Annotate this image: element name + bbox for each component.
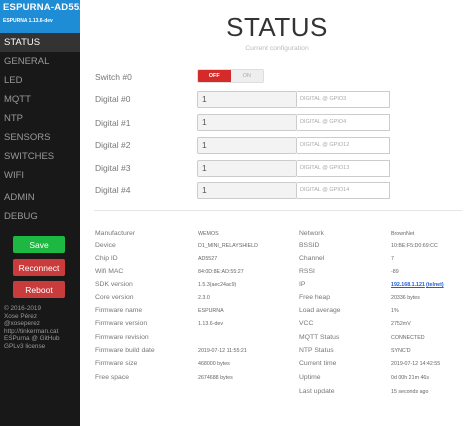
- info-value: 15 seconds ago: [391, 389, 429, 395]
- info-label: Last update: [299, 388, 335, 395]
- sidebar: ESPURNA-AD5527 ESPURNA 1.13.6-dev STATUS…: [0, 0, 91, 426]
- info-value: WEMOS: [198, 231, 219, 237]
- author-twitter-link[interactable]: @xoseperez: [4, 320, 80, 328]
- digital-label: Digital #2: [95, 140, 131, 150]
- info-label: MQTT Status: [299, 334, 340, 341]
- info-label: IP: [299, 281, 306, 288]
- digital-label: Digital #4: [95, 185, 131, 195]
- brand-header[interactable]: ESPURNA-AD5527 ESPURNA 1.13.6-dev: [0, 0, 91, 33]
- switch-toggle[interactable]: OFF ON: [197, 69, 264, 83]
- sidebar-item-admin[interactable]: ADMIN: [0, 188, 80, 207]
- page-subtitle: Current configuration: [245, 45, 309, 52]
- author-website-link[interactable]: http://tinkerman.cat: [4, 328, 80, 336]
- digital-value-field: 1: [197, 160, 297, 177]
- sidebar-item-ntp[interactable]: NTP: [0, 109, 80, 128]
- info-label: SDK version: [95, 281, 133, 288]
- info-value: 1%: [391, 308, 399, 314]
- info-label: NTP Status: [299, 347, 334, 354]
- info-label: Firmware revision: [95, 334, 149, 341]
- info-label: Load average: [299, 307, 341, 314]
- info-label: Firmware size: [95, 360, 138, 367]
- digital-label: Digital #0: [95, 94, 131, 104]
- info-label: Firmware name: [95, 307, 143, 314]
- sidebar-menu: STATUS GENERAL LED MQTT NTP SENSORS SWIT…: [0, 33, 80, 226]
- info-label: Chip ID: [95, 255, 118, 262]
- switch-label: Switch #0: [95, 72, 132, 82]
- sidebar-item-debug[interactable]: DEBUG: [0, 207, 80, 226]
- info-value: 7: [391, 256, 394, 262]
- sidebar-item-general[interactable]: GENERAL: [0, 52, 80, 71]
- telnet-link[interactable]: (telnet): [426, 282, 444, 288]
- switch-off-option[interactable]: OFF: [198, 70, 231, 82]
- save-button[interactable]: Save: [13, 236, 65, 253]
- reconnect-button[interactable]: Reconnect: [13, 259, 65, 276]
- sidebar-footer: © 2016-2019 Xose Pérez @xoseperez http:/…: [0, 305, 80, 351]
- info-value: BrownNet: [391, 231, 415, 237]
- info-label: Uptime: [299, 374, 321, 381]
- app-version: ESPURNA 1.13.6-dev: [3, 18, 53, 24]
- info-value: D1_MINI_RELAYSHIELD: [198, 243, 258, 249]
- info-label: Current time: [299, 360, 337, 367]
- digital-value-field: 1: [197, 91, 297, 108]
- info-value: 2019-07-12 11:55:21: [198, 348, 247, 354]
- info-value: ESPURNA: [198, 308, 224, 314]
- info-value: 10:BE:F5:D0:69:CC: [391, 243, 438, 249]
- info-value: 20336 bytes: [391, 295, 420, 301]
- info-value: 84:0D:8E:AD:55:27: [198, 269, 244, 275]
- github-link[interactable]: ESPurna @ GitHub: [4, 335, 80, 343]
- info-value: 2752mV: [391, 321, 411, 327]
- info-label: Manufacturer: [95, 230, 136, 237]
- info-value: CONNECTED: [391, 335, 425, 341]
- info-value: -89: [391, 269, 399, 275]
- page-title: STATUS: [226, 12, 328, 42]
- digital-gpio-addon: DIGITAL @ GPIO3: [297, 91, 390, 108]
- info-value: 2674688 bytes: [198, 375, 233, 381]
- digital-value-field: 1: [197, 182, 297, 199]
- sidebar-item-switches[interactable]: SWITCHES: [0, 147, 80, 166]
- sidebar-item-sensors[interactable]: SENSORS: [0, 128, 80, 147]
- digital-label: Digital #1: [95, 118, 131, 128]
- info-value: SYNC'D: [391, 348, 411, 354]
- info-label: VCC: [299, 320, 314, 327]
- digital-label: Digital #3: [95, 163, 131, 173]
- action-buttons: Save Reconnect Reboot: [0, 236, 80, 298]
- info-value: 468000 bytes: [198, 361, 230, 367]
- info-label: Firmware version: [95, 320, 148, 327]
- info-value: AD5527: [198, 256, 218, 262]
- sidebar-item-led[interactable]: LED: [0, 71, 80, 90]
- digital-value-field: 1: [197, 114, 297, 131]
- info-label: Device: [95, 242, 116, 249]
- digital-gpio-addon: DIGITAL @ GPIO13: [297, 160, 390, 177]
- sidebar-item-mqtt[interactable]: MQTT: [0, 90, 80, 109]
- info-value: 2.3.0: [198, 295, 210, 301]
- info-label: Firmware build date: [95, 347, 155, 354]
- info-value: 1.13.6-dev: [198, 321, 224, 327]
- author-name: Xose Pérez: [4, 312, 38, 320]
- copyright-text: © 2016-2019: [4, 305, 42, 312]
- license-link[interactable]: GPLv3 license: [4, 343, 80, 351]
- info-label: RSSI: [299, 268, 315, 275]
- info-label: Wifi MAC: [95, 268, 124, 275]
- digital-gpio-addon: DIGITAL @ GPIO14: [297, 182, 390, 199]
- info-label: BSSID: [299, 242, 320, 249]
- sidebar-item-status[interactable]: STATUS: [0, 33, 80, 52]
- digital-gpio-addon: DIGITAL @ GPIO12: [297, 137, 390, 154]
- section-divider: [94, 210, 462, 211]
- info-label: Channel: [299, 255, 325, 262]
- info-value: 0d 00h 21m 46s: [391, 375, 429, 381]
- switch-on-option[interactable]: ON: [230, 70, 263, 82]
- info-label: Network: [299, 230, 324, 237]
- ip-address-link[interactable]: 192.168.1.121: [391, 282, 425, 288]
- info-label: Free space: [95, 374, 130, 381]
- info-label: Free heap: [299, 294, 330, 301]
- info-label: Core version: [95, 294, 134, 301]
- digital-gpio-addon: DIGITAL @ GPIO4: [297, 114, 390, 131]
- main-panel: STATUS Current configuration Switch #0 O…: [80, 0, 474, 426]
- device-hostname: ESPURNA-AD5527: [3, 2, 91, 13]
- digital-value-field: 1: [197, 137, 297, 154]
- info-value: 2019-07-12 14:42:55: [391, 361, 441, 367]
- reboot-button[interactable]: Reboot: [13, 281, 65, 298]
- info-value: 1.5.3(aec24ac9): [198, 282, 237, 288]
- sidebar-item-wifi[interactable]: WIFI: [0, 166, 80, 185]
